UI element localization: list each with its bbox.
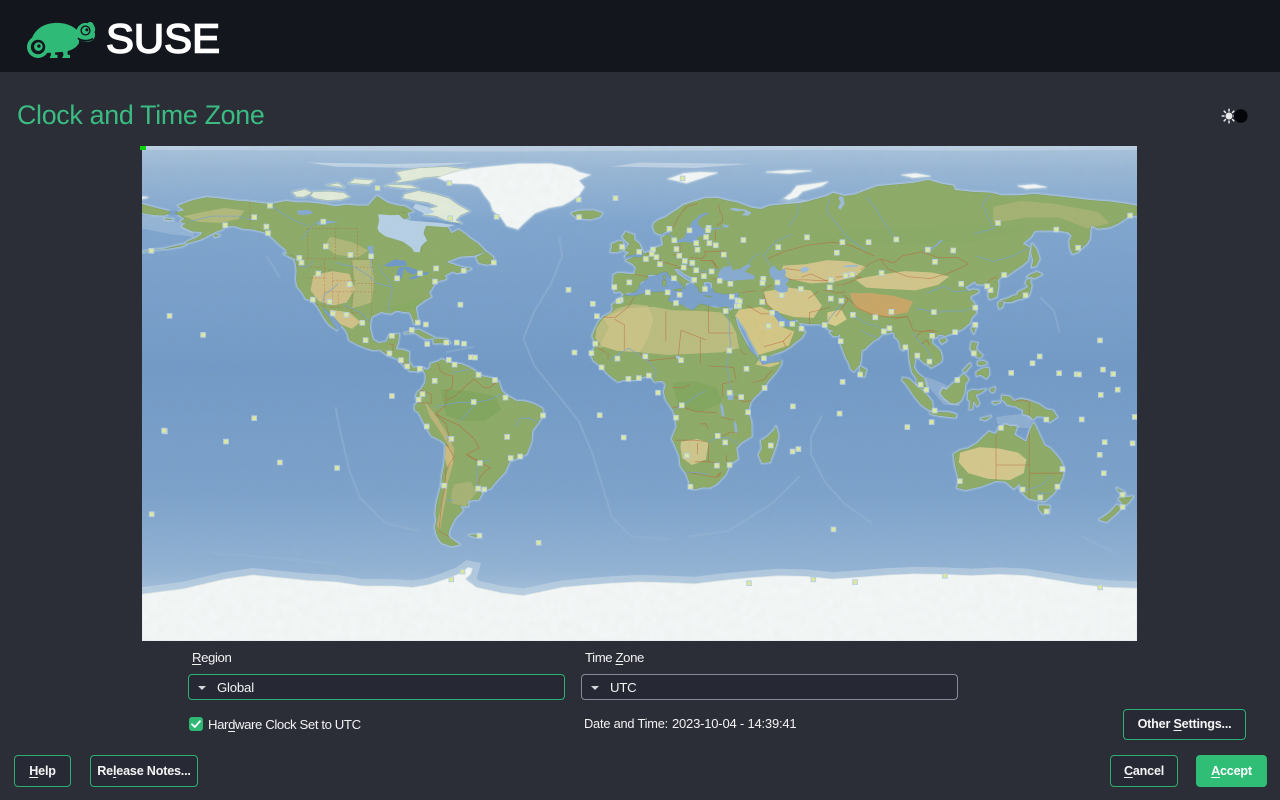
svg-text:SUSE: SUSE <box>106 21 220 61</box>
